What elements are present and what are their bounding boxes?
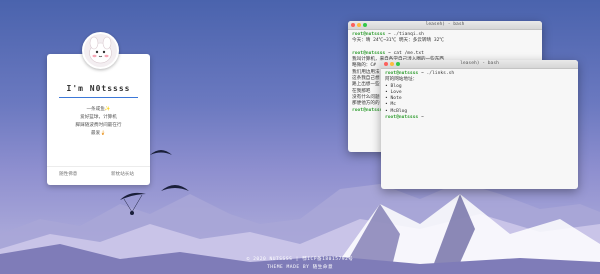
paraglider-silhouette	[150, 150, 172, 155]
terminal-text: ~ ./tianqi.sh	[385, 32, 424, 37]
card-divider	[47, 166, 150, 167]
terminal-line: root@nutssss ~	[385, 115, 574, 121]
name-divider	[59, 97, 138, 98]
paraglider-silhouette	[161, 185, 189, 191]
terminal-window-front[interactable]: leaseh) - bash root@nutssss ~ ./links.sh…	[381, 60, 578, 189]
footer-copyright: © 2020 NUTSSSS | 鄂ICP备18015792号	[246, 257, 354, 262]
terminal-text: • Blog	[385, 83, 402, 89]
terminal-text: 路上出想一些	[352, 82, 380, 88]
terminal-text: 这条我自己想	[352, 76, 380, 82]
terminal-text: 那便他方的的	[352, 101, 380, 107]
profile-card: I'm N0tssss 一条咸鱼✨ 爱好篮球，计算机 脚踩随波费时间最在行 最爱…	[47, 54, 150, 185]
profile-link-site[interactable]: 新枕站长站	[111, 171, 134, 177]
terminal-text: 阿的网站地址：	[385, 77, 418, 83]
shell-prompt: root@nutssss	[385, 115, 419, 121]
terminal-text: ~ ./links.sh	[418, 71, 455, 76]
terminal-text: ~ cat /me.txt	[385, 50, 424, 56]
shell-prompt: root@nutssss	[385, 71, 419, 76]
bio-line: 一条咸鱼✨	[86, 107, 111, 112]
terminal-titlebar[interactable]: leaseh) - bash	[348, 21, 542, 30]
terminal-titlebar[interactable]: leaseh) - bash	[381, 60, 578, 69]
shell-prompt: root@nutssss	[352, 32, 386, 37]
terminal-text: ~	[418, 115, 424, 121]
terminal-text: 略微的：C#	[352, 63, 376, 69]
terminal-text: • Note	[385, 96, 402, 102]
terminal-title: leaseh) - bash	[425, 22, 465, 27]
shell-prompt: root@nutssss	[352, 50, 386, 56]
terminal-text: 没有什么问题	[352, 94, 380, 100]
terminal-text: 今天：晴 24℃~31℃ 明天：多云转晴 32℃	[352, 38, 444, 44]
avatar	[82, 32, 119, 69]
profile-bio: 一条咸鱼✨ 爱好篮球，计算机 脚踩随波费时间最在行 最爱🍦	[47, 106, 150, 138]
footer-theme-credit: THEME MADE BY 随生命意	[266, 265, 334, 270]
terminal-text: 我们用边用法	[352, 69, 380, 75]
avatar-illustration-icon	[84, 34, 117, 67]
bio-line: 脚踩随波费时间最在行	[75, 123, 122, 128]
bio-line: 最爱🍦	[91, 131, 106, 136]
terminal-text: • Love	[385, 89, 402, 95]
terminal-title: leaseh) - bash	[460, 61, 499, 66]
terminal-text: 在我那吧	[352, 88, 371, 94]
profile-name: I'm N0tssss	[66, 84, 131, 93]
terminal-output: root@nutssss ~ ./links.sh 阿的网站地址： • Blog • …	[381, 69, 578, 123]
profile-link-blog[interactable]: 随性佛意	[59, 171, 77, 177]
terminal-text: • McBlog	[385, 108, 408, 114]
bio-line: 爱好篮球，计算机	[80, 115, 117, 120]
terminal-text: • Mc	[385, 102, 397, 108]
paraglider-silhouette	[120, 192, 146, 215]
